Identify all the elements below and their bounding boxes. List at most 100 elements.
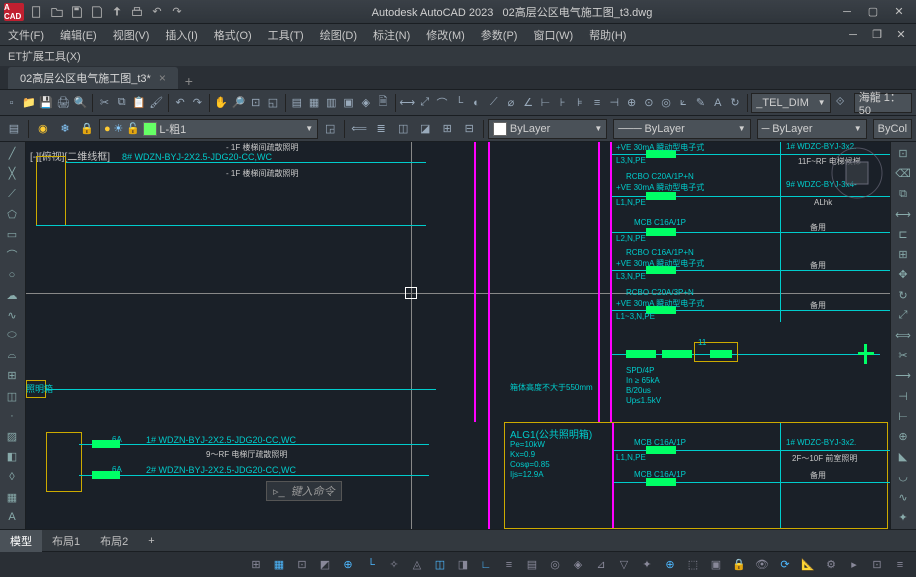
dcenter-icon[interactable]: ▦: [307, 92, 322, 114]
menu-dimension[interactable]: 标注(N): [373, 27, 410, 43]
menu-format[interactable]: 格式(O): [214, 27, 252, 43]
layer-del-icon[interactable]: ⊟: [459, 118, 479, 140]
zoom-icon[interactable]: 🔎: [231, 92, 246, 114]
linetype-dropdown[interactable]: ─── ByLayer▼: [613, 119, 750, 139]
rotate-icon[interactable]: ↻: [891, 285, 915, 304]
preview-icon[interactable]: 🔍: [73, 92, 88, 114]
maximize-button[interactable]: ▢: [864, 3, 882, 21]
model-status-icon[interactable]: ⊞: [246, 555, 266, 575]
extend-icon[interactable]: ⟶: [891, 366, 915, 385]
dimedit-icon[interactable]: ✎: [693, 92, 708, 114]
tolerance-icon[interactable]: ⊕: [624, 92, 639, 114]
layer-walk-icon[interactable]: ◪: [415, 118, 435, 140]
fillet-icon[interactable]: ◡: [891, 467, 915, 486]
new-drawing-icon[interactable]: ▫: [4, 92, 19, 114]
menu-view[interactable]: 视图(V): [113, 27, 150, 43]
table-icon[interactable]: ▦: [0, 487, 24, 506]
mirror-icon[interactable]: ⟷: [891, 205, 915, 224]
trim-icon[interactable]: ✂: [891, 346, 915, 365]
ellipse-arc-icon[interactable]: ⌓: [0, 346, 24, 365]
plot-icon[interactable]: 🖨: [56, 92, 71, 114]
doc-minimize-button[interactable]: ─: [844, 26, 862, 44]
add-layout-button[interactable]: +: [138, 532, 164, 550]
layer-off-icon[interactable]: ◉: [33, 118, 53, 140]
3d-snap-icon[interactable]: ◈: [568, 555, 588, 575]
menu-insert[interactable]: 插入(I): [165, 27, 197, 43]
chamfer-icon[interactable]: ◣: [891, 447, 915, 466]
stretch-icon[interactable]: ⟺: [891, 326, 915, 345]
paste-icon[interactable]: 📋: [131, 92, 146, 114]
spline-icon[interactable]: ∿: [0, 306, 24, 325]
save-drawing-icon[interactable]: 💾: [38, 92, 53, 114]
layout2-tab[interactable]: 布局2: [90, 530, 138, 552]
layer-merge-icon[interactable]: ⊞: [437, 118, 457, 140]
layout1-tab[interactable]: 布局1: [42, 530, 90, 552]
transparency-icon[interactable]: ▤: [522, 555, 542, 575]
make-block-icon[interactable]: ◫: [0, 386, 24, 405]
dim-arc-icon[interactable]: ⌒: [434, 92, 449, 114]
dynucs-icon[interactable]: ⊿: [591, 555, 611, 575]
mtext-icon[interactable]: A: [0, 508, 24, 527]
dim-base-icon[interactable]: ⊦: [555, 92, 570, 114]
center-icon[interactable]: ⊙: [641, 92, 656, 114]
lineweight-dropdown[interactable]: ─ ByLayer▼: [757, 119, 867, 139]
dim-rad-icon[interactable]: ◐: [469, 92, 484, 114]
grid-icon[interactable]: ▦: [269, 555, 289, 575]
add-tab-button[interactable]: +: [178, 73, 200, 89]
dim-quick-icon[interactable]: ⊢: [538, 92, 553, 114]
open-icon[interactable]: [48, 3, 66, 21]
redo-icon[interactable]: ↷: [168, 3, 186, 21]
qcalc-icon[interactable]: 🗎: [375, 92, 390, 114]
3dosnap-icon[interactable]: ◨: [453, 555, 473, 575]
explode-icon[interactable]: ✦: [891, 508, 915, 527]
hardware-icon[interactable]: ▸: [844, 555, 864, 575]
zoom-ext-icon[interactable]: ⊡: [248, 92, 263, 114]
ellipse-icon[interactable]: ⬭: [0, 326, 24, 345]
layer-dropdown[interactable]: ● ☀ 🔓 L-粗1▼: [99, 119, 318, 139]
layer-make-icon[interactable]: ◲: [320, 118, 340, 140]
polyline-icon[interactable]: ⟋: [0, 184, 24, 203]
iso-icon[interactable]: ◬: [407, 555, 427, 575]
match-icon[interactable]: 🖌: [149, 92, 164, 114]
annomon-icon[interactable]: ⊕: [660, 555, 680, 575]
array-icon[interactable]: ⊞: [891, 245, 915, 264]
construction-line-icon[interactable]: ╳: [0, 164, 24, 183]
infer-icon[interactable]: ◩: [315, 555, 335, 575]
dynamic-input-icon[interactable]: ⊕: [338, 555, 358, 575]
annoscale-auto-icon[interactable]: ⟳: [775, 555, 795, 575]
open-drawing-icon[interactable]: 📁: [21, 92, 36, 114]
copy-icon[interactable]: ⧉: [114, 92, 129, 114]
close-tab-icon[interactable]: ×: [159, 71, 166, 85]
otrack-icon[interactable]: ∟: [476, 555, 496, 575]
layer-prev-icon[interactable]: ⟸: [349, 118, 369, 140]
dim-break-icon[interactable]: ⊣: [607, 92, 622, 114]
undo-icon[interactable]: ↶: [148, 3, 166, 21]
menu-tools[interactable]: 工具(T): [268, 27, 304, 43]
document-tab[interactable]: 02高层公区电气施工图_t3* ×: [8, 67, 178, 89]
sheet-icon[interactable]: ▣: [341, 92, 356, 114]
snap-icon[interactable]: ⊡: [292, 555, 312, 575]
polygon-icon[interactable]: ⬠: [0, 205, 24, 224]
menu-modify[interactable]: 修改(M): [426, 27, 465, 43]
menu-edit[interactable]: 编辑(E): [60, 27, 97, 43]
share-icon[interactable]: [108, 3, 126, 21]
dimstyle-dropdown[interactable]: _TEL_DIM▼: [751, 93, 830, 113]
undo2-icon[interactable]: ↶: [172, 92, 187, 114]
lockui-icon[interactable]: 🔒: [729, 555, 749, 575]
dim-dia-icon[interactable]: ⌀: [503, 92, 518, 114]
lwt-icon[interactable]: ≡: [499, 555, 519, 575]
menu-help[interactable]: 帮助(H): [589, 27, 626, 43]
dim-ang-icon[interactable]: ∠: [521, 92, 536, 114]
annoscale-dropdown[interactable]: 海龍 1：50: [854, 93, 912, 113]
viewcube[interactable]: [830, 146, 884, 200]
point-icon[interactable]: ·: [0, 407, 24, 426]
markup-icon[interactable]: ◈: [358, 92, 373, 114]
close-button[interactable]: ✕: [890, 3, 908, 21]
saveas-icon[interactable]: [88, 3, 106, 21]
dimstyle-btn-icon[interactable]: ⟐: [833, 92, 848, 114]
annoscale-icon[interactable]: 📐: [798, 555, 818, 575]
color-dropdown[interactable]: ByLayer▼: [488, 119, 607, 139]
move-icon[interactable]: ✥: [891, 265, 915, 284]
print-icon[interactable]: [128, 3, 146, 21]
new-icon[interactable]: [28, 3, 46, 21]
